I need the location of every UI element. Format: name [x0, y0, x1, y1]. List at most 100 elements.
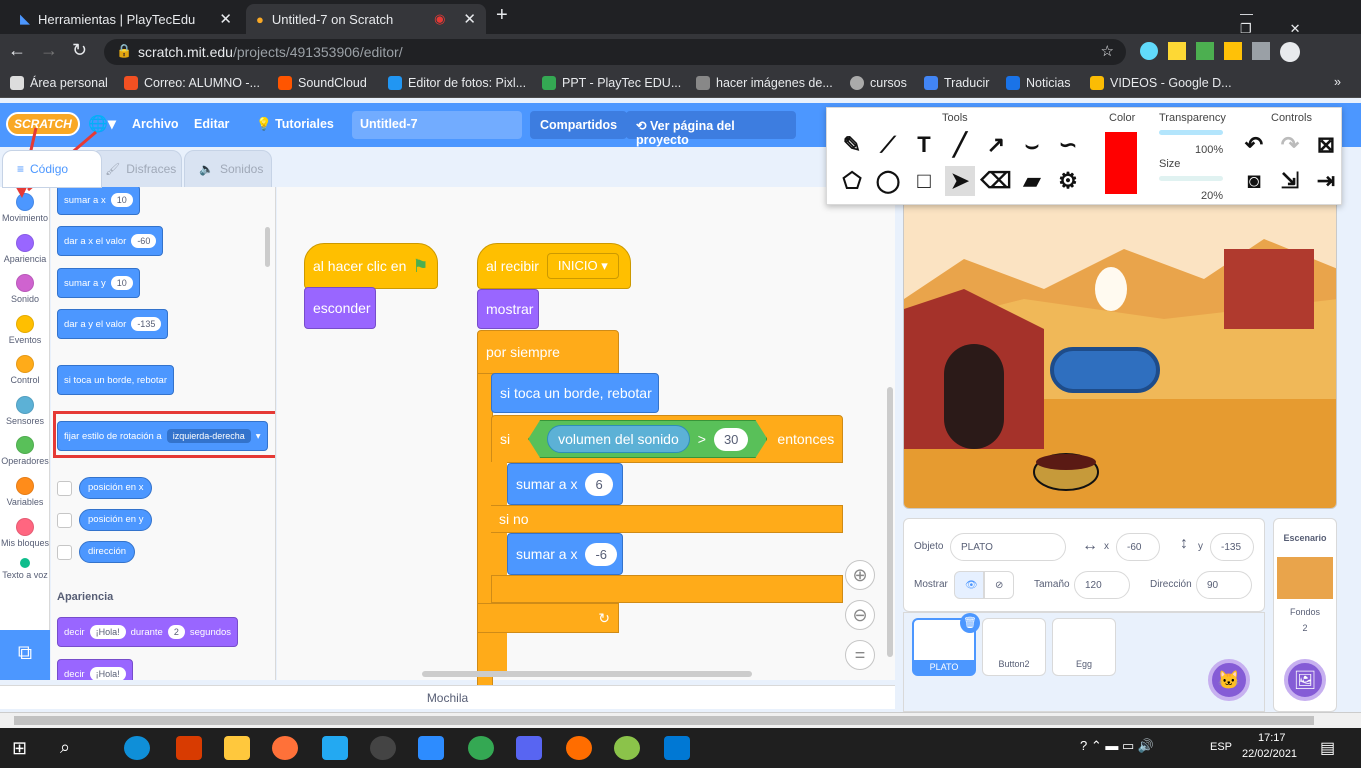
- checkbox-direction[interactable]: [57, 545, 72, 560]
- category-control[interactable]: Control: [0, 355, 50, 385]
- puzzle-icon[interactable]: [1252, 42, 1270, 60]
- undo-icon[interactable]: ↶: [1239, 130, 1269, 160]
- freeform-icon[interactable]: ∽: [1053, 130, 1083, 160]
- menu-edit[interactable]: Editar: [194, 117, 229, 131]
- bookmark-item[interactable]: hacer imágenes de...: [696, 76, 833, 90]
- exit-icon[interactable]: ⇥: [1311, 166, 1341, 196]
- transparency-slider[interactable]: [1159, 130, 1223, 135]
- block-change-x-negative[interactable]: sumar a x -6: [507, 533, 623, 575]
- palette-block-change-y[interactable]: sumar a y 10: [57, 268, 140, 298]
- vscode-icon[interactable]: [322, 736, 348, 760]
- x-field[interactable]: -60: [1116, 533, 1160, 561]
- category-variables[interactable]: Variables: [0, 477, 50, 507]
- block-forever[interactable]: por siempre: [477, 330, 619, 374]
- color-app-icon[interactable]: [614, 736, 640, 760]
- delete-sprite-icon[interactable]: 🗑: [960, 613, 980, 633]
- reload-icon[interactable]: ↻: [72, 40, 87, 61]
- category-sensing[interactable]: Sensores: [0, 396, 50, 426]
- more-bookmarks-icon[interactable]: »: [1334, 75, 1341, 89]
- zoom-out-button[interactable]: ⊖: [845, 600, 875, 630]
- backpack[interactable]: Mochila: [0, 685, 895, 709]
- firefox-icon[interactable]: [272, 736, 298, 760]
- camera-icon[interactable]: ◙: [1239, 166, 1269, 196]
- windows-start-icon[interactable]: ⊞: [12, 738, 27, 759]
- category-text2speech[interactable]: Texto a voz: [0, 558, 50, 580]
- tab-sounds[interactable]: 🔈 Sonidos: [184, 150, 272, 188]
- page-hscrollbar[interactable]: [0, 712, 1361, 728]
- fill-bucket-icon[interactable]: ▰: [1017, 166, 1047, 196]
- palette-block-set-y[interactable]: dar a y el valor -135: [57, 309, 169, 339]
- palette-block-say-for[interactable]: decir ¡Hola! durante 2 segundos: [57, 617, 239, 647]
- shield-ext-icon[interactable]: [1196, 42, 1214, 60]
- bookmark-item[interactable]: VIDEOS - Google D...: [1090, 76, 1232, 90]
- bookmark-item[interactable]: PPT - PlayTec EDU...: [542, 76, 681, 90]
- bookmark-item[interactable]: cursos: [850, 76, 907, 90]
- settings-icon[interactable]: ⚙: [1053, 166, 1083, 196]
- palette-block-set-x[interactable]: dar a x el valor -60: [57, 226, 164, 256]
- message-dropdown[interactable]: INICIO ▾: [546, 253, 619, 279]
- clear-icon[interactable]: ⊠: [1311, 130, 1341, 160]
- category-myblocks[interactable]: Mis bloques: [0, 518, 50, 548]
- react-ext-icon[interactable]: [1140, 42, 1158, 60]
- see-project-button[interactable]: ⟲ Ver página del proyecto: [626, 111, 796, 147]
- pen-ext-icon[interactable]: [1168, 42, 1186, 60]
- tab-scratch[interactable]: ● Untitled-7 on Scratch ◉ ✕: [246, 4, 486, 34]
- clock-date[interactable]: 22/02/2021: [1242, 748, 1297, 760]
- menu-tutorials[interactable]: 💡 Tutoriales: [256, 117, 334, 132]
- block-bounce[interactable]: si toca un borde, rebotar: [491, 373, 659, 413]
- category-looks[interactable]: Apariencia: [0, 234, 50, 264]
- zoom-in-button[interactable]: ⊕: [845, 560, 875, 590]
- category-operators[interactable]: Operadores: [0, 436, 50, 466]
- palette-scrollbar[interactable]: [265, 227, 270, 267]
- avatar[interactable]: [1280, 42, 1300, 62]
- office-icon[interactable]: [176, 736, 202, 760]
- size-field[interactable]: 120: [1074, 571, 1130, 599]
- language-indicator[interactable]: ESP: [1210, 741, 1232, 753]
- ellipse-icon[interactable]: ◯: [873, 166, 903, 196]
- rectangle-icon[interactable]: □: [909, 166, 939, 196]
- code-workspace[interactable]: al hacer clic en ⚑ esconder al recibir INI…: [277, 187, 895, 703]
- search-icon[interactable]: ⌕: [60, 737, 70, 758]
- obs-icon[interactable]: [370, 736, 396, 760]
- badge-ext-icon[interactable]: [1224, 42, 1242, 60]
- tab-playtecedu[interactable]: ◣ Herramientas | PlayTecEdu ✕: [10, 4, 242, 34]
- redo-icon[interactable]: ↷: [1275, 130, 1305, 160]
- edge-icon[interactable]: [124, 736, 150, 760]
- bookmark-item[interactable]: Traducir: [924, 76, 989, 90]
- hat-when-flag-clicked[interactable]: al hacer clic en ⚑: [304, 243, 438, 289]
- tab-code[interactable]: ≡ Código: [2, 150, 102, 188]
- checkbox-x-position[interactable]: [57, 481, 72, 496]
- operator-greater[interactable]: volumen del sonido > 30: [528, 420, 767, 458]
- pencil-icon[interactable]: ✎: [837, 130, 867, 160]
- sensor-loudness[interactable]: volumen del sonido: [547, 425, 690, 453]
- sprite-tile-egg[interactable]: Egg: [1052, 618, 1116, 676]
- clock-time[interactable]: 17:17: [1258, 732, 1286, 744]
- reporter-y-position[interactable]: posición en y: [79, 509, 153, 531]
- bookmark-item[interactable]: Editor de fotos: Pixl...: [388, 76, 526, 90]
- discord-icon[interactable]: [516, 736, 542, 760]
- sprite-tile-button2[interactable]: Button2: [982, 618, 1046, 676]
- extension-icons[interactable]: [1140, 42, 1300, 62]
- color-swatch[interactable]: [1105, 132, 1137, 194]
- eraser-icon[interactable]: ⌫: [980, 166, 1011, 196]
- system-tray-icons[interactable]: ? ⌃ ▬ ▭ 🔊: [1080, 738, 1154, 754]
- forward-icon[interactable]: →: [40, 40, 58, 61]
- zoom-icon[interactable]: [418, 736, 444, 760]
- project-title-input[interactable]: Untitled-7: [352, 111, 522, 139]
- category-events[interactable]: Eventos: [0, 315, 50, 345]
- block-change-x-positive[interactable]: sumar a x6: [507, 463, 623, 505]
- checkbox-y-position[interactable]: [57, 513, 72, 528]
- arrow-icon[interactable]: ↗: [981, 130, 1011, 160]
- zoom-reset-button[interactable]: =: [845, 640, 875, 670]
- menu-file[interactable]: Archivo: [132, 117, 179, 131]
- category-sound[interactable]: Sonido: [0, 274, 50, 304]
- stage-selector[interactable]: Escenario Fondos 2 🖼: [1273, 518, 1337, 712]
- network-app-icon[interactable]: [664, 736, 690, 760]
- pen-app-icon[interactable]: [566, 736, 592, 760]
- block-hide[interactable]: esconder: [304, 287, 376, 329]
- share-button[interactable]: Compartidos: [530, 111, 628, 139]
- notifications-icon[interactable]: ▤: [1320, 738, 1335, 758]
- close-tab-icon[interactable]: ✕: [219, 10, 232, 28]
- eyedropper-icon[interactable]: ⟋: [873, 130, 903, 160]
- bookmark-item[interactable]: Noticias: [1006, 76, 1070, 90]
